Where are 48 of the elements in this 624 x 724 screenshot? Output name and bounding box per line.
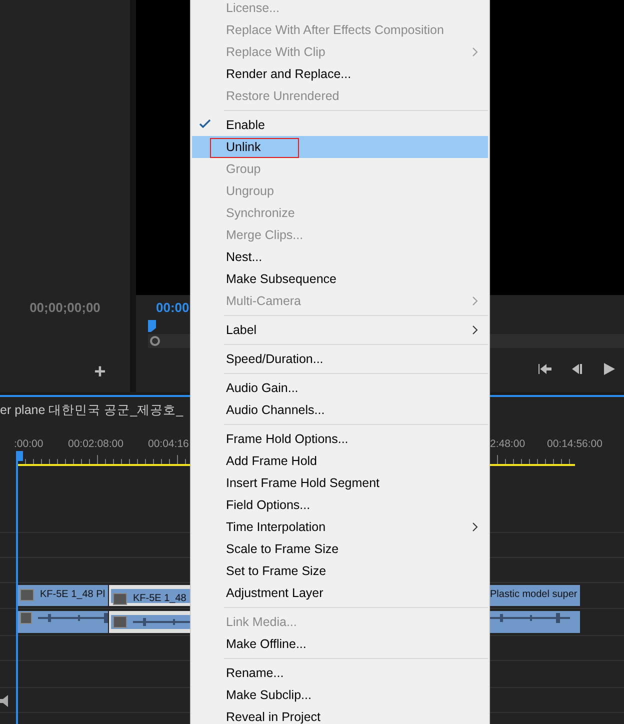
menu-item[interactable]: Add Frame Hold	[192, 450, 488, 472]
menu-item[interactable]: Render and Replace...	[192, 63, 488, 85]
menu-item[interactable]: Make Offline...	[192, 633, 488, 655]
playhead-marker-icon[interactable]	[148, 320, 158, 332]
checkmark-icon	[198, 118, 212, 130]
clip-name: KF-5E 1_48 Pl	[40, 588, 106, 602]
clip-name: KF-5E 1_48	[133, 592, 186, 606]
ruler-timecode: 00:14:56:00	[547, 437, 602, 452]
menu-item[interactable]: Insert Frame Hold Segment	[192, 472, 488, 494]
menu-item[interactable]: Unlink	[192, 136, 488, 158]
menu-item[interactable]: Make Subsequence	[192, 268, 488, 290]
menu-item[interactable]: Enable	[192, 114, 488, 136]
menu-item[interactable]: Reveal in Project	[192, 706, 488, 724]
speaker-icon[interactable]	[0, 695, 8, 707]
fx-icon	[20, 589, 34, 601]
video-clip[interactable]: KF-5E 1_48 Pl	[18, 585, 108, 606]
menu-item[interactable]: Label	[192, 319, 488, 341]
menu-item[interactable]: Frame Hold Options...	[192, 428, 488, 450]
menu-item[interactable]: Rename...	[192, 662, 488, 684]
program-timecode: 00:00	[156, 299, 190, 317]
menu-item[interactable]: Field Options...	[192, 494, 488, 516]
menu-item[interactable]: Make Subclip...	[192, 684, 488, 706]
zoom-handle-icon[interactable]	[150, 336, 160, 346]
fx-icon	[113, 616, 127, 628]
fx-icon	[20, 612, 32, 624]
menu-item[interactable]: Audio Gain...	[192, 377, 488, 399]
menu-item[interactable]: Time Interpolation	[192, 516, 488, 538]
go-to-in-icon[interactable]	[538, 362, 552, 376]
menu-item[interactable]: Nest...	[192, 246, 488, 268]
play-icon[interactable]	[602, 362, 616, 376]
audio-clip[interactable]	[18, 611, 108, 633]
waveform-icon	[490, 611, 570, 625]
menu-item[interactable]: Audio Channels...	[192, 399, 488, 421]
source-timecode: 00;00;00;00	[30, 299, 100, 317]
video-clip[interactable]: Plastic model super	[488, 585, 580, 606]
waveform-icon	[38, 611, 108, 625]
menu-item[interactable]: Speed/Duration...	[192, 348, 488, 370]
add-button[interactable]: +	[94, 362, 106, 382]
ruler-timecode: 00:02:08:00	[68, 437, 124, 452]
ruler-timecode: 2:48:00	[490, 437, 526, 452]
ruler-timecode: 00:04:16	[148, 437, 189, 452]
step-back-icon[interactable]	[570, 362, 584, 376]
ruler-timecode: :00:00	[14, 437, 44, 452]
fx-icon	[113, 593, 127, 605]
clip-name: Plastic model super	[490, 588, 578, 602]
menu-item[interactable]: Set to Frame Size	[192, 560, 488, 582]
audio-clip[interactable]	[488, 611, 580, 633]
menu-item[interactable]: Scale to Frame Size	[192, 538, 488, 560]
